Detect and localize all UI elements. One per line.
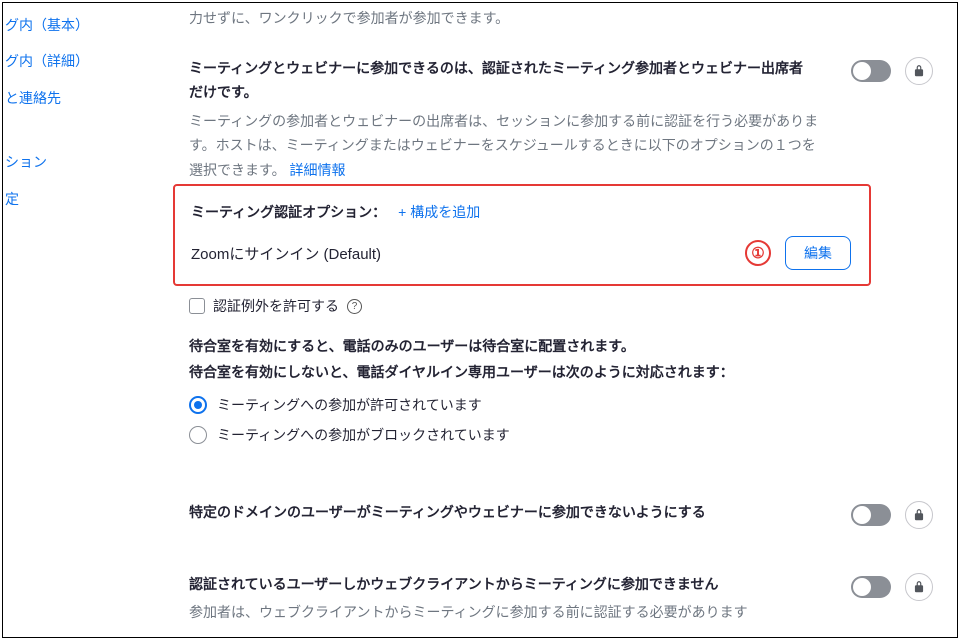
add-config-button[interactable]: + 構成を追加	[398, 202, 480, 222]
sidebar-item-basic[interactable]: グ内（基本）	[5, 7, 103, 43]
lock-icon[interactable]	[905, 501, 933, 529]
setting-title: 認証されているユーザーしかウェブクライアントからミーティングに参加できません	[189, 573, 749, 597]
allow-auth-exception-label: 認証例外を許可する	[213, 296, 339, 316]
auth-options-heading: ミーティング認証オプション：	[191, 202, 386, 222]
add-config-label: 構成を追加	[410, 204, 480, 220]
setting-desc: 参加者は、ウェブクライアントからミーティングに参加する前に認証する必要があります	[189, 600, 819, 625]
sidebar-item-option[interactable]: ション	[5, 144, 103, 180]
toggle-block-domains[interactable]	[851, 504, 891, 526]
toggle-auth-web[interactable]	[851, 576, 891, 598]
radio-block-join-label: ミーティングへの参加がブロックされています	[217, 425, 510, 445]
sidebar-item-contacts[interactable]: と連絡先	[5, 80, 103, 116]
setting-authenticated-users: ミーティングとウェビナーに参加できるのは、認証されたミーティング参加者とウェビナ…	[189, 57, 929, 444]
help-icon[interactable]: ?	[347, 299, 362, 314]
setting-auth-web-client: 認証されているユーザーしかウェブクライアントからミーティングに参加できません 参…	[189, 573, 929, 625]
radio-allow-join[interactable]	[189, 396, 207, 414]
sidebar-item-detail[interactable]: グ内（詳細）	[5, 43, 103, 79]
waiting-room-note-1: 待合室を有効にすると、電話のみのユーザーは待合室に配置されます。	[189, 334, 929, 359]
setting-desc-text: ミーティングの参加者とウェビナーの出席者は、セッションに参加する前に認証を行う必…	[189, 113, 818, 178]
auth-options-highlight: ミーティング認証オプション： + 構成を追加 Zoomにサインイン (Defau…	[173, 184, 871, 286]
setting-block-domains: 特定のドメインのユーザーがミーティングやウェビナーに参加できないようにする	[189, 501, 929, 525]
setting-title: ミーティングとウェビナーに参加できるのは、認証されたミーティング参加者とウェビナ…	[189, 57, 809, 105]
sidebar-item-settings[interactable]: 定	[5, 181, 103, 217]
waiting-room-note-2: 待合室を有効にしないと、電話ダイヤルイン専用ユーザーは次のように対応されます：	[189, 360, 929, 385]
edit-button[interactable]: 編集	[785, 236, 851, 270]
callout-marker-1: ①	[745, 240, 771, 266]
setting-desc: ミーティングの参加者とウェビナーの出席者は、セッションに参加する前に認証を行う必…	[189, 109, 819, 183]
setting-title: 特定のドメインのユーザーがミーティングやウェビナーに参加できないようにする	[189, 501, 749, 525]
intro-desc-fragment: 力せずに、ワンクリックで参加者が参加できます。	[189, 7, 929, 29]
lock-icon[interactable]	[905, 573, 933, 601]
auth-default-option: Zoomにサインイン (Default)	[191, 243, 381, 264]
radio-allow-join-label: ミーティングへの参加が許可されています	[217, 395, 482, 415]
plus-icon: +	[398, 204, 410, 220]
toggle-auth-only[interactable]	[851, 60, 891, 82]
main-content: 力せずに、ワンクリックで参加者が参加できます。 ミーティングとウェビナーに参加で…	[189, 7, 929, 638]
radio-block-join[interactable]	[189, 426, 207, 444]
lock-icon[interactable]	[905, 57, 933, 85]
allow-auth-exception-checkbox[interactable]	[189, 298, 205, 314]
more-info-link[interactable]: 詳細情報	[290, 162, 346, 178]
settings-sidebar: グ内（基本） グ内（詳細） と連絡先 ション 定	[3, 3, 103, 217]
